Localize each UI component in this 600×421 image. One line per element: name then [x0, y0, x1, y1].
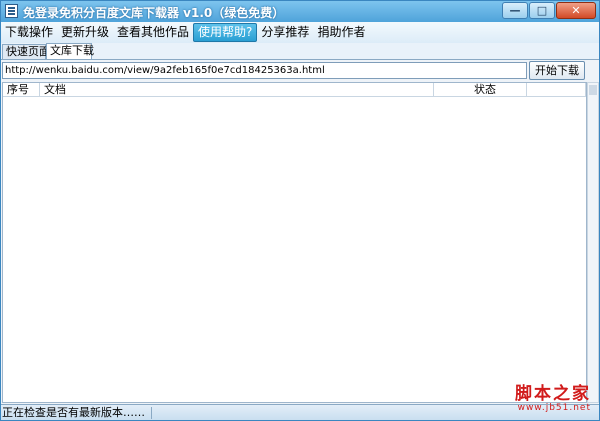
close-button[interactable]: ✕	[556, 2, 596, 19]
list-header: 序号 文档 状态	[3, 83, 586, 97]
status-separator	[151, 407, 152, 419]
column-header-index[interactable]: 序号	[3, 83, 40, 97]
scrollbar-thumb[interactable]	[589, 85, 597, 95]
column-header-status[interactable]: 状态	[434, 83, 527, 97]
watermark-url: www.jb51.net	[517, 403, 591, 413]
menu-donate[interactable]: 捐助作者	[313, 23, 369, 42]
download-list[interactable]: 序号 文档 状态	[2, 82, 587, 403]
tab-strip: 快速页面 文库下载	[1, 43, 599, 59]
url-input[interactable]	[2, 62, 527, 79]
site-watermark: 脚本之家 www.jb51.net	[515, 385, 591, 413]
tab-quick-page[interactable]: 快速页面	[2, 44, 50, 59]
status-bar: 正在检查是否有最新版本……	[1, 404, 599, 420]
close-icon: ✕	[571, 4, 581, 17]
column-header-extra[interactable]	[527, 83, 586, 97]
window-title: 免登录免积分百度文库下载器 v1.0（绿色免费）	[23, 6, 285, 20]
menu-bar: 下载操作 更新升级 查看其他作品 使用帮助? 分享推荐 捐助作者	[1, 22, 599, 43]
minimize-icon: —	[509, 4, 521, 17]
title-bar[interactable]: 免登录免积分百度文库下载器 v1.0（绿色免费） — □ ✕	[1, 1, 599, 22]
menu-download-ops[interactable]: 下载操作	[1, 23, 57, 42]
tab-wenku-download[interactable]: 文库下载	[46, 43, 94, 59]
menu-share[interactable]: 分享推荐	[257, 23, 313, 42]
menu-update[interactable]: 更新升级	[57, 23, 113, 42]
menu-help[interactable]: 使用帮助?	[193, 23, 258, 42]
watermark-main: 脚本之家	[515, 384, 591, 404]
status-text: 正在检查是否有最新版本……	[2, 406, 145, 419]
minimize-button[interactable]: —	[502, 2, 528, 19]
start-download-button[interactable]: 开始下载	[529, 61, 585, 80]
app-icon	[5, 4, 18, 18]
menu-other-works[interactable]: 查看其他作品	[113, 23, 193, 42]
list-scrollbar[interactable]	[587, 82, 599, 403]
column-header-document[interactable]: 文档	[40, 83, 434, 97]
main-panel: 开始下载 序号 文档 状态	[1, 59, 599, 404]
app-window: 免登录免积分百度文库下载器 v1.0（绿色免费） — □ ✕ 下载操作 更新升级…	[0, 0, 600, 421]
maximize-button[interactable]: □	[529, 2, 555, 19]
window-controls: — □ ✕	[502, 2, 596, 19]
maximize-icon: □	[536, 4, 548, 17]
